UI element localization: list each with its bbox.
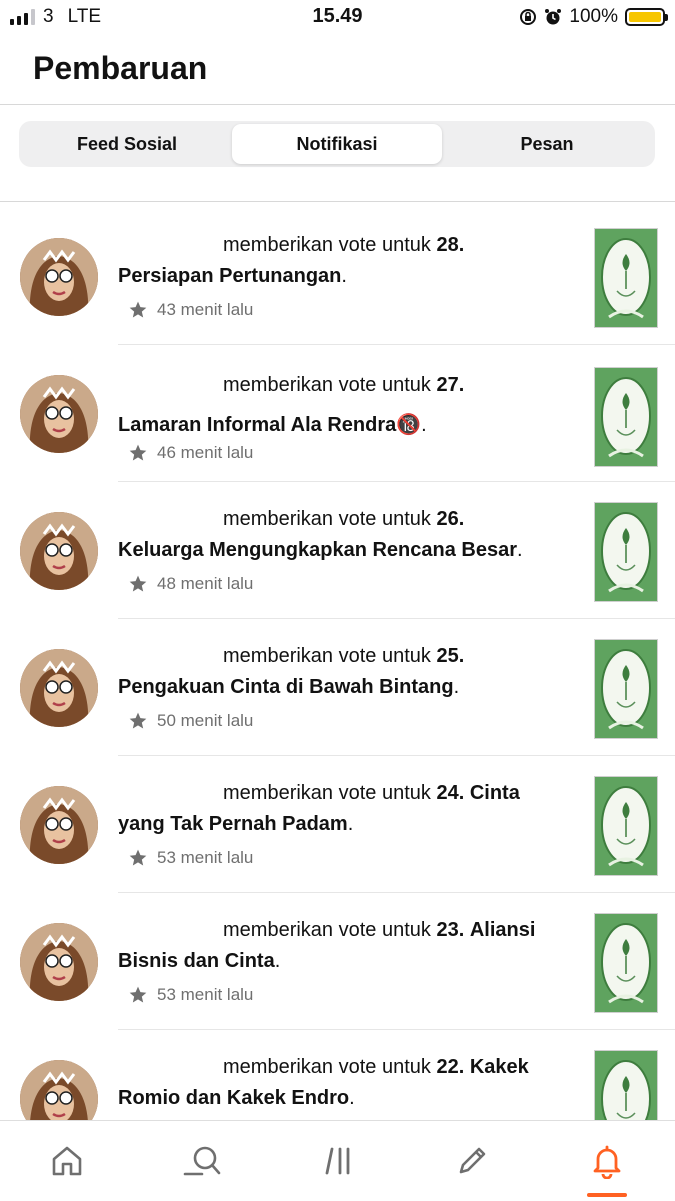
notification-action: memberikan vote untuk — [223, 919, 431, 941]
tab-notifikasi[interactable]: Notifikasi — [232, 124, 442, 164]
active-tab-indicator — [587, 1193, 627, 1197]
notification-bell-icon[interactable] — [585, 1139, 629, 1183]
status-right: 100% — [519, 6, 668, 28]
notification-action: memberikan vote untuk — [223, 645, 431, 667]
notification-action: memberikan vote untuk — [223, 782, 431, 804]
chapter-title[interactable]: Persiapan Pertunangan — [118, 265, 341, 287]
avatar[interactable] — [20, 923, 98, 1001]
bottom-navigation — [0, 1120, 675, 1201]
chapter-number: 27. — [436, 374, 465, 396]
chapter-title[interactable]: Pengakuan Cinta di Bawah Bintang — [118, 676, 454, 698]
notification-meta: 48 menit lalu — [128, 574, 253, 594]
notification-meta: 46 menit lalu — [128, 443, 253, 463]
notification-action: memberikan vote untuk — [223, 374, 431, 396]
notification-text: memberikan vote untuk 26. Keluarga Mengu… — [118, 508, 523, 561]
vote-star-icon — [129, 849, 147, 866]
vote-star-icon — [129, 575, 147, 592]
notification-time: 53 menit lalu — [157, 848, 254, 867]
notification-action: memberikan vote untuk — [223, 234, 431, 256]
chapter-number: 26. — [436, 508, 465, 530]
vote-star-icon — [129, 444, 147, 461]
home-icon[interactable] — [45, 1139, 89, 1183]
story-cover-thumbnail[interactable] — [594, 228, 658, 328]
tab-feed-sosial[interactable]: Feed Sosial — [22, 124, 232, 164]
notification-time: 53 menit lalu — [157, 985, 254, 1004]
notification-item[interactable]: memberikan vote untuk 26. Keluarga Mengu… — [0, 482, 675, 619]
story-cover-thumbnail[interactable] — [594, 776, 658, 876]
status-bar: 3 LTE 15.49 100% — [0, 0, 675, 36]
notification-item[interactable]: memberikan vote untuk 28. Persiapan Pert… — [0, 208, 675, 345]
notification-item[interactable]: memberikan vote untuk 27. Lamaran Inform… — [0, 345, 675, 482]
chapter-number: 22. — [436, 1056, 465, 1078]
tabs-divider — [0, 201, 675, 202]
avatar[interactable] — [20, 1060, 98, 1120]
search-icon[interactable] — [180, 1139, 224, 1183]
notification-item[interactable]: memberikan vote untuk 24. Cinta yang Tak… — [0, 756, 675, 893]
library-icon[interactable] — [316, 1139, 360, 1183]
avatar[interactable] — [20, 238, 98, 316]
notification-list: memberikan vote untuk 28. Persiapan Pert… — [0, 208, 675, 1120]
header-divider — [0, 104, 675, 105]
notification-text: memberikan vote untuk 23. Aliansi Bisnis… — [118, 919, 536, 972]
avatar[interactable] — [20, 786, 98, 864]
avatar[interactable] — [20, 375, 98, 453]
notification-item[interactable]: memberikan vote untuk 22. Kakek Romio da… — [0, 1030, 675, 1120]
notification-time: 46 menit lalu — [157, 443, 254, 462]
story-cover-thumbnail[interactable] — [594, 367, 658, 467]
notification-item[interactable]: memberikan vote untuk 23. Aliansi Bisnis… — [0, 893, 675, 1030]
segmented-tabs: Feed Sosial Notifikasi Pesan — [19, 121, 655, 167]
notification-text: memberikan vote untuk 28. Persiapan Pert… — [118, 234, 465, 287]
chapter-number: 24. — [436, 782, 465, 804]
story-cover-thumbnail[interactable] — [594, 913, 658, 1013]
notification-meta: 53 menit lalu — [128, 848, 253, 868]
notification-text: memberikan vote untuk 22. Kakek Romio da… — [118, 1056, 529, 1109]
chapter-number: 25. — [436, 645, 465, 667]
story-cover-thumbnail[interactable] — [594, 1050, 658, 1120]
chapter-title[interactable]: Lamaran Informal Ala Rendra🔞 — [118, 414, 421, 436]
vote-star-icon — [129, 986, 147, 1003]
notification-time: 50 menit lalu — [157, 711, 254, 730]
battery-icon — [625, 8, 668, 26]
tab-pesan[interactable]: Pesan — [442, 124, 652, 164]
notification-text: memberikan vote untuk 25. Pengakuan Cint… — [118, 645, 465, 698]
notification-meta: 50 menit lalu — [128, 711, 253, 731]
notification-action: memberikan vote untuk — [223, 1056, 431, 1078]
notification-meta: 53 menit lalu — [128, 985, 253, 1005]
avatar[interactable] — [20, 512, 98, 590]
notification-item[interactable]: memberikan vote untuk 25. Pengakuan Cint… — [0, 619, 675, 756]
vote-star-icon — [129, 712, 147, 729]
avatar[interactable] — [20, 649, 98, 727]
write-icon[interactable] — [450, 1139, 494, 1183]
chapter-number: 23. — [436, 919, 465, 941]
notification-text: memberikan vote untuk 27. Lamaran Inform… — [118, 374, 465, 436]
chapter-title[interactable]: Keluarga Mengungkapkan Rencana Besar — [118, 539, 517, 561]
notification-time: 48 menit lalu — [157, 574, 254, 593]
notification-time: 43 menit lalu — [157, 300, 254, 319]
notification-action: memberikan vote untuk — [223, 508, 431, 530]
notification-meta: 43 menit lalu — [128, 300, 253, 320]
page-title: Pembaruan — [33, 50, 208, 86]
story-cover-thumbnail[interactable] — [594, 639, 658, 739]
chapter-number: 28. — [436, 234, 465, 256]
story-cover-thumbnail[interactable] — [594, 502, 658, 602]
rotation-lock-icon — [520, 9, 537, 25]
vote-star-icon — [129, 301, 147, 318]
battery-percent: 100% — [569, 6, 618, 27]
notification-text: memberikan vote untuk 24. Cinta yang Tak… — [118, 782, 520, 835]
alarm-icon — [545, 9, 562, 25]
